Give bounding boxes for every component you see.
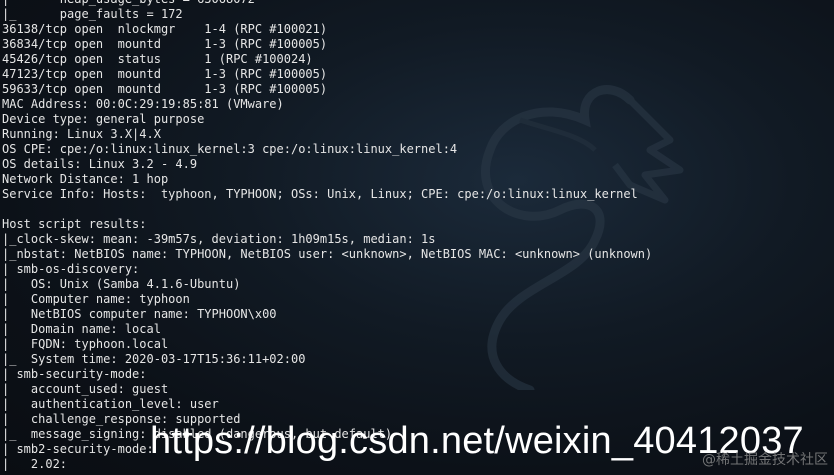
watermark-community: @稀土掘金技术社区 [702,452,828,468]
terminal-output: | heap_usage_bytes = 63068072|_ page_fau… [2,0,652,472]
terminal-line: |_nbstat: NetBIOS name: TYPHOON, NetBIOS… [2,247,653,261]
terminal-line: Host script results: [2,217,147,231]
terminal-line: OS details: Linux 3.2 - 4.9 [2,157,198,171]
terminal-line: Service Info: Hosts: typhoon, TYPHOON; O… [2,187,638,201]
terminal-line: |_ System time: 2020-03-17T15:36:11+02:0… [2,352,306,366]
terminal-line: 47123/tcp open mountd 1-3 (RPC #100005) [2,67,328,81]
terminal-line: | Domain name: local [2,322,161,336]
terminal-line: Network Distance: 1 hop [2,172,169,186]
terminal-line: 59633/tcp open mountd 1-3 (RPC #100005) [2,82,328,96]
terminal-line: 36138/tcp open nlockmgr 1-4 (RPC #100021… [2,22,328,36]
terminal-line: |_ page_faults = 172 [2,7,183,21]
terminal-line: OS CPE: cpe:/o:linux:linux_kernel:3 cpe:… [2,142,458,156]
terminal-line: | heap_usage_bytes = 63068072 [2,0,652,7]
terminal-line: | smb-os-discovery: [2,262,140,276]
terminal-line: | Computer name: typhoon [2,292,190,306]
terminal-line: 36834/tcp open mountd 1-3 (RPC #100005) [2,37,328,51]
terminal-window[interactable]: | heap_usage_bytes = 63068072|_ page_fau… [0,0,834,475]
terminal-line: | NetBIOS computer name: TYPHOON\x00 [2,307,277,321]
terminal-line: Device type: general purpose [2,112,205,126]
terminal-line: | authentication_level: user [2,397,219,411]
terminal-line: MAC Address: 00:0C:29:19:85:81 (VMware) [2,97,284,111]
terminal-line: | FQDN: typhoon.local [2,337,169,351]
terminal-line: | smb-security-mode: [2,367,147,381]
terminal-line: | OS: Unix (Samba 4.1.6-Ubuntu) [2,277,241,291]
terminal-line: | account_used: guest [2,382,169,396]
terminal-line: Running: Linux 3.X|4.X [2,127,161,141]
terminal-line: 45426/tcp open status 1 (RPC #100024) [2,52,313,66]
terminal-line: |_clock-skew: mean: -39m57s, deviation: … [2,232,436,246]
